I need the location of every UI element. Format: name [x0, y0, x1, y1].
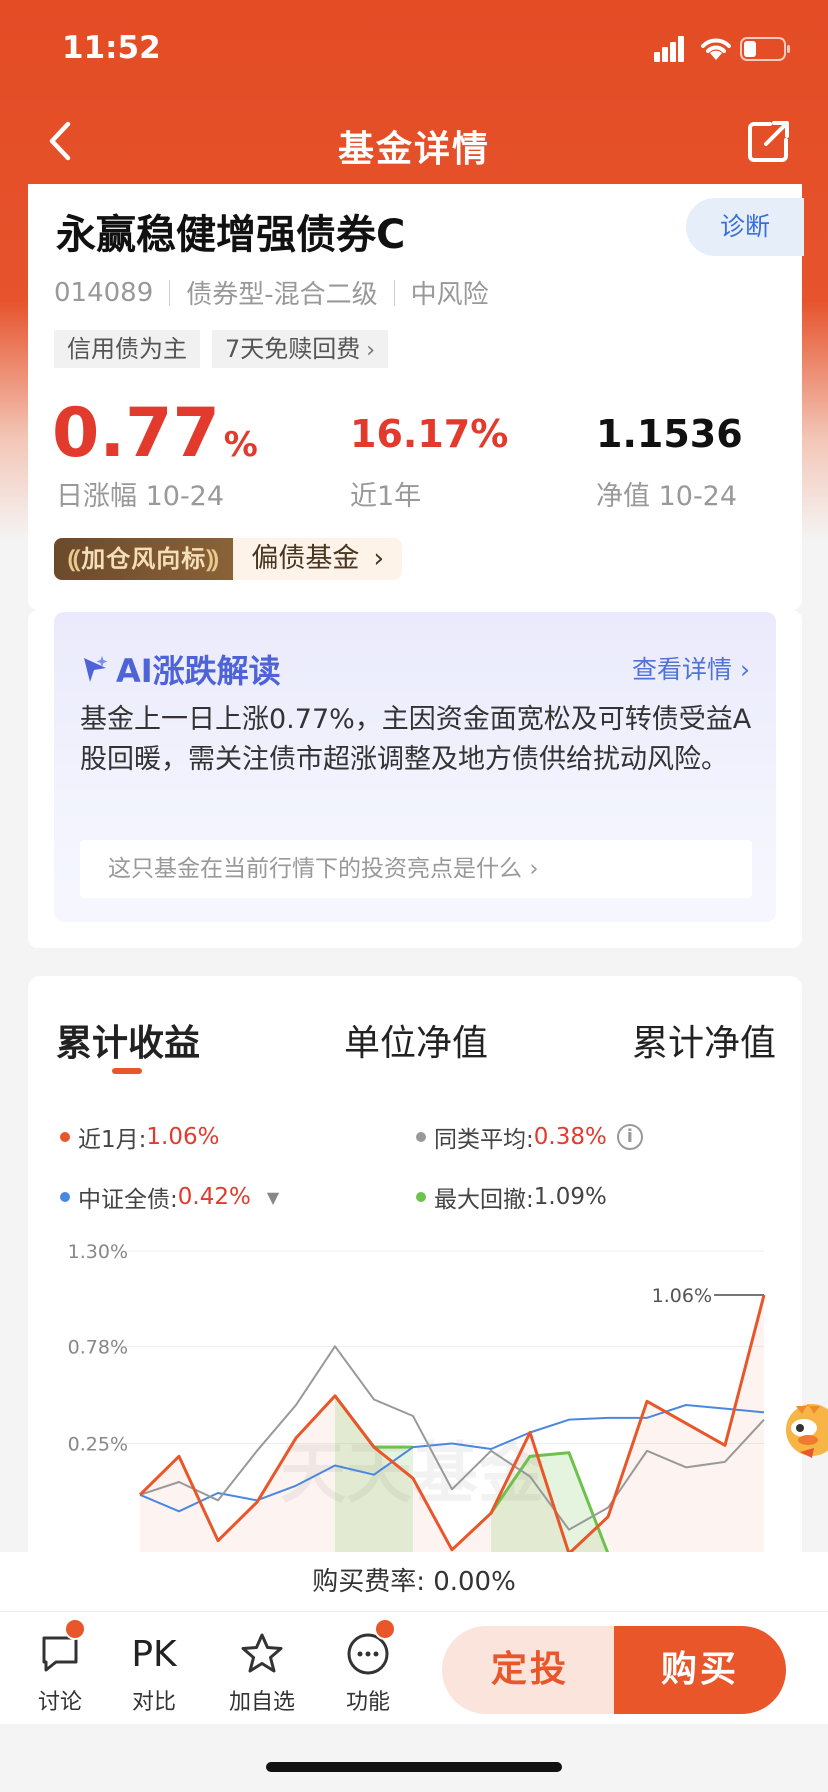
y-tick-label: 0.78% [68, 1336, 128, 1358]
chevron-right-icon: › [529, 856, 539, 882]
divider [393, 279, 395, 306]
share-icon[interactable] [746, 118, 792, 164]
home-indicator[interactable] [266, 1762, 562, 1772]
ai-analysis-card: AI涨跌解读 查看详情 › 基金上一日上涨0.77%，主因资金面宽松及可转债受益… [28, 610, 802, 948]
ai-title: AI涨跌解读 [80, 646, 281, 692]
position-indicator-banner[interactable]: ⸨加仓风向标⸩ 偏债基金 › [54, 538, 403, 580]
ai-view-details-link[interactable]: 查看详情 › [632, 650, 750, 686]
discuss-button[interactable]: 讨论 [20, 1630, 100, 1716]
fund-type: 债券型-混合二级 [186, 280, 378, 310]
ai-question-text: 这只基金在当前行情下的投资亮点是什么 [108, 856, 522, 882]
drawdown-area [335, 1395, 413, 1576]
nav-bar: 基金详情 [0, 100, 828, 184]
ai-sparkle-icon [84, 656, 108, 682]
chevron-right-icon: › [373, 543, 385, 574]
laurel-right-icon: ⸩ [206, 545, 220, 573]
mascot-icon[interactable] [778, 1388, 828, 1468]
notification-dot [374, 1618, 396, 1640]
wifi-icon [701, 38, 731, 60]
home-indicator-area [0, 1724, 828, 1792]
daily-change-unit: % [223, 425, 258, 465]
watchlist-label: 加自选 [228, 1690, 295, 1715]
tag-credit-bond: 信用债为主 [54, 330, 200, 368]
ai-summary-text: 基金上一日上涨0.77%，主因资金面宽松及可转债受益A股回暖，需关注债市超涨调整… [80, 704, 752, 775]
star-icon [241, 1633, 283, 1673]
tag-redemption-fee[interactable]: 7天免赎回费 › [212, 330, 389, 368]
purchase-fee-bar: 购买费率: 0.00% [0, 1552, 828, 1612]
page-title: 基金详情 [337, 129, 490, 170]
compare-button[interactable]: PK 对比 [114, 1630, 194, 1716]
year-return-label: 近1年 [350, 481, 422, 512]
bottom-action-bar: 讨论 PK 对比 加自选 功能 定投 购买 [0, 1612, 828, 1724]
end-value-label: 1.06% [652, 1285, 712, 1307]
tag-redemption-fee-label: 7天免赎回费 [225, 335, 361, 363]
divider [169, 279, 171, 306]
pk-icon-text: PK [131, 1633, 177, 1675]
return-line-chart[interactable]: 1.30%0.78%0.25% 天天基金1.06% [28, 976, 802, 1576]
function-label: 功能 [345, 1690, 390, 1715]
cellular-signal-icon [654, 36, 684, 62]
compare-label: 对比 [131, 1690, 176, 1715]
chevron-right-icon: › [366, 338, 376, 363]
fund-meta: 014089 债券型-混合二级 中风险 [54, 274, 489, 311]
function-button[interactable]: 功能 [328, 1630, 408, 1716]
status-bar: 11:52 [0, 0, 828, 100]
pk-icon: PK [114, 1630, 194, 1678]
fixed-investment-button[interactable]: 定投 [442, 1626, 618, 1714]
ai-suggested-question[interactable]: 这只基金在当前行情下的投资亮点是什么 › [80, 840, 752, 898]
performance-chart-card: 累计收益 单位净值 累计净值 近1月: 1.06% 同类平均: 0.38% i 中证… [28, 976, 802, 1576]
y-tick-label: 1.30% [68, 1241, 128, 1263]
year-return-value: 16.17% [350, 412, 509, 456]
discuss-icon-wrap [20, 1630, 100, 1678]
fund-risk: 中风险 [410, 280, 489, 310]
status-time: 11:52 [62, 30, 161, 66]
ai-view-details-label: 查看详情 [632, 655, 733, 684]
y-tick-label: 0.25% [68, 1434, 128, 1456]
buy-button[interactable]: 购买 [614, 1626, 786, 1714]
fund-summary-card: 永赢稳健增强债券C 诊断 014089 债券型-混合二级 中风险 信用债为主 7… [28, 184, 804, 610]
notification-dot [64, 1618, 86, 1640]
badge-label: 加仓风向标 [81, 545, 207, 573]
laurel-left-icon: ⸨ [68, 545, 82, 573]
fund-name: 永赢稳健增强债券C [56, 212, 406, 258]
ai-analysis-box: AI涨跌解读 查看详情 › 基金上一日上涨0.77%，主因资金面宽松及可转债受益… [54, 612, 776, 922]
daily-change-value: 0.77% [52, 394, 258, 473]
vane-text-label: 偏债基金 [251, 543, 360, 574]
fund-tags: 信用债为主 7天免赎回费 › [54, 330, 389, 368]
ai-title-text: AI涨跌解读 [116, 652, 281, 690]
chevron-right-icon: › [740, 655, 750, 684]
nav-value: 1.1536 [596, 412, 743, 456]
diagnose-button[interactable]: 诊断 [686, 198, 804, 256]
battery-icon [740, 37, 790, 61]
star-icon-wrap [222, 1630, 302, 1678]
fund-code: 014089 [54, 277, 154, 308]
function-icon-wrap [328, 1630, 408, 1678]
daily-change-number: 0.77 [52, 394, 220, 473]
add-watchlist-button[interactable]: 加自选 [222, 1630, 302, 1716]
discuss-label: 讨论 [37, 1690, 82, 1715]
position-indicator-text: 偏债基金 › [233, 538, 403, 580]
position-indicator-badge: ⸨加仓风向标⸩ [54, 538, 234, 580]
nav-label: 净值 10-24 [596, 481, 738, 512]
daily-change-label: 日涨幅 10-24 [56, 481, 225, 512]
